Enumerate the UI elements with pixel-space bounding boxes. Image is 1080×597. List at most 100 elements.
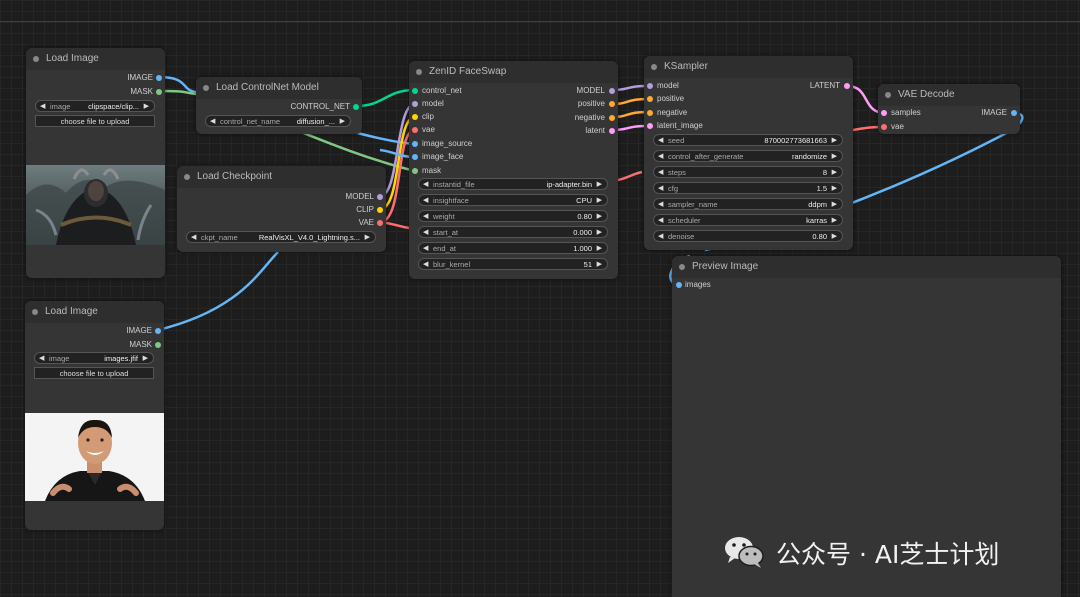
output-image-socket[interactable] (155, 328, 161, 334)
arrow-right-icon[interactable]: ▶ (340, 116, 345, 128)
arrow-right-icon[interactable]: ▶ (597, 195, 602, 207)
input-model-socket[interactable] (647, 83, 653, 89)
collapse-dot-icon[interactable] (32, 309, 38, 315)
steps-widget[interactable]: ◀ steps 8 ▶ (653, 166, 843, 178)
instantid-file-widget[interactable]: ◀ instantid_file ip-adapter.bin ▶ (418, 178, 608, 190)
node-title-bar[interactable]: Load Image (26, 48, 165, 70)
node-title-bar[interactable]: ZenID FaceSwap (409, 61, 618, 83)
output-mask-socket[interactable] (156, 89, 162, 95)
output-image-socket[interactable] (156, 75, 162, 81)
node-title-bar[interactable]: VAE Decode (878, 84, 1020, 106)
arrow-left-icon[interactable]: ◀ (658, 135, 663, 147)
collapse-dot-icon[interactable] (679, 264, 685, 270)
arrow-right-icon[interactable]: ▶ (832, 215, 837, 227)
vae-decode-node[interactable]: VAE Decode samples vae IMAGE (878, 84, 1020, 134)
output-model-socket[interactable] (609, 88, 615, 94)
output-positive-socket[interactable] (609, 101, 615, 107)
arrow-right-icon[interactable]: ▶ (832, 151, 837, 163)
scheduler-widget[interactable]: ◀ scheduler karras ▶ (653, 214, 843, 226)
image-select-widget[interactable]: ◀ image clipspace/clip... ▶ (35, 100, 155, 112)
zenid-faceswap-node[interactable]: ZenID FaceSwap control_net model clip va… (409, 61, 618, 279)
arrow-left-icon[interactable]: ◀ (423, 259, 428, 271)
input-samples-socket[interactable] (881, 110, 887, 116)
node-title-bar[interactable]: Load ControlNet Model (196, 77, 362, 99)
collapse-dot-icon[interactable] (885, 92, 891, 98)
seed-widget[interactable]: ◀ seed 870002773681663 ▶ (653, 134, 843, 146)
upload-button[interactable]: choose file to upload (35, 115, 155, 127)
input-images-socket[interactable] (676, 282, 682, 288)
output-clip-socket[interactable] (377, 207, 383, 213)
load-image-node-2[interactable]: Load Image IMAGE MASK ◀ image images.jfi… (25, 301, 164, 530)
arrow-right-icon[interactable]: ▶ (597, 243, 602, 255)
arrow-left-icon[interactable]: ◀ (39, 353, 44, 365)
arrow-right-icon[interactable]: ▶ (832, 135, 837, 147)
arrow-right-icon[interactable]: ▶ (832, 183, 837, 195)
ckpt-name-widget[interactable]: ◀ ckpt_name RealVisXL_V4.0_Lightning.s..… (186, 231, 376, 243)
input-clip-socket[interactable] (412, 114, 418, 120)
load-controlnet-node[interactable]: Load ControlNet Model CONTROL_NET ◀ cont… (196, 77, 362, 134)
upload-button[interactable]: choose file to upload (34, 367, 154, 379)
node-title-bar[interactable]: Load Image (25, 301, 164, 323)
arrow-left-icon[interactable]: ◀ (658, 199, 663, 211)
arrow-right-icon[interactable]: ▶ (832, 199, 837, 211)
weight-widget[interactable]: ◀ weight 0.80 ▶ (418, 210, 608, 222)
output-latent-socket[interactable] (844, 83, 850, 89)
arrow-left-icon[interactable]: ◀ (658, 215, 663, 227)
arrow-right-icon[interactable]: ▶ (365, 232, 370, 244)
node-title-bar[interactable]: Load Checkpoint (177, 166, 386, 188)
input-image-source-socket[interactable] (412, 141, 418, 147)
input-vae-socket[interactable] (412, 127, 418, 133)
blur-kernel-widget[interactable]: ◀ blur_kernel 51 ▶ (418, 258, 608, 270)
collapse-dot-icon[interactable] (416, 69, 422, 75)
arrow-left-icon[interactable]: ◀ (210, 116, 215, 128)
end-at-widget[interactable]: ◀ end_at 1.000 ▶ (418, 242, 608, 254)
collapse-dot-icon[interactable] (184, 174, 190, 180)
ksampler-node[interactable]: KSampler model positive negative latent_… (644, 56, 853, 250)
start-at-widget[interactable]: ◀ start_at 0.000 ▶ (418, 226, 608, 238)
output-image-socket[interactable] (1011, 110, 1017, 116)
input-latent-image-socket[interactable] (647, 123, 653, 129)
denoise-widget[interactable]: ◀ denoise 0.80 ▶ (653, 230, 843, 242)
image-select-widget[interactable]: ◀ image images.jfif ▶ (34, 352, 154, 364)
control-net-name-widget[interactable]: ◀ control_net_name diffusion_... ▶ (205, 115, 351, 127)
output-vae-socket[interactable] (377, 220, 383, 226)
arrow-left-icon[interactable]: ◀ (423, 179, 428, 191)
arrow-right-icon[interactable]: ▶ (832, 167, 837, 179)
arrow-left-icon[interactable]: ◀ (658, 231, 663, 243)
input-positive-socket[interactable] (647, 96, 653, 102)
control-after-generate-widget[interactable]: ◀ control_after_generate randomize ▶ (653, 150, 843, 162)
arrow-right-icon[interactable]: ▶ (597, 179, 602, 191)
arrow-right-icon[interactable]: ▶ (144, 101, 149, 113)
cfg-widget[interactable]: ◀ cfg 1.5 ▶ (653, 182, 843, 194)
load-checkpoint-node[interactable]: Load Checkpoint MODEL CLIP VAE ◀ ckpt_na… (177, 166, 386, 252)
arrow-right-icon[interactable]: ▶ (143, 353, 148, 365)
output-mask-socket[interactable] (155, 342, 161, 348)
arrow-right-icon[interactable]: ▶ (597, 211, 602, 223)
collapse-dot-icon[interactable] (651, 64, 657, 70)
input-control-net-socket[interactable] (412, 88, 418, 94)
input-negative-socket[interactable] (647, 110, 653, 116)
arrow-left-icon[interactable]: ◀ (658, 167, 663, 179)
collapse-dot-icon[interactable] (203, 85, 209, 91)
output-control-net-socket[interactable] (353, 104, 359, 110)
arrow-left-icon[interactable]: ◀ (658, 151, 663, 163)
node-title-bar[interactable]: Preview Image (672, 256, 1061, 278)
collapse-dot-icon[interactable] (33, 56, 39, 62)
arrow-right-icon[interactable]: ▶ (597, 259, 602, 271)
arrow-left-icon[interactable]: ◀ (423, 211, 428, 223)
input-mask-socket[interactable] (412, 168, 418, 174)
arrow-left-icon[interactable]: ◀ (191, 232, 196, 244)
arrow-right-icon[interactable]: ▶ (832, 231, 837, 243)
insightface-widget[interactable]: ◀ insightface CPU ▶ (418, 194, 608, 206)
arrow-left-icon[interactable]: ◀ (658, 183, 663, 195)
input-vae-socket[interactable] (881, 124, 887, 130)
sampler-name-widget[interactable]: ◀ sampler_name ddpm ▶ (653, 198, 843, 210)
output-model-socket[interactable] (377, 194, 383, 200)
arrow-right-icon[interactable]: ▶ (597, 227, 602, 239)
input-image-face-socket[interactable] (412, 154, 418, 160)
output-latent-socket[interactable] (609, 128, 615, 134)
arrow-left-icon[interactable]: ◀ (423, 195, 428, 207)
arrow-left-icon[interactable]: ◀ (423, 243, 428, 255)
input-model-socket[interactable] (412, 101, 418, 107)
arrow-left-icon[interactable]: ◀ (423, 227, 428, 239)
